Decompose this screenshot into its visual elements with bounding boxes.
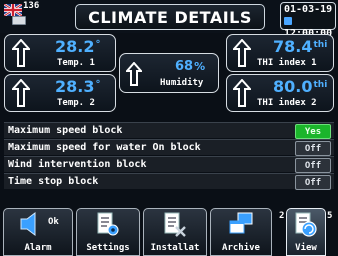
- status-toggle[interactable]: Off: [295, 158, 331, 173]
- humidity-value: 68%: [175, 59, 206, 74]
- block-row-max-speed-water: Maximum speed for water On block Off: [4, 139, 334, 156]
- block-row-time-stop: Time stop block Off: [4, 173, 334, 190]
- block-label: Time stop block: [8, 176, 99, 187]
- arrow-up-icon: [12, 39, 30, 67]
- archive-windows-icon: [229, 212, 253, 234]
- date: 01-03-19: [284, 4, 333, 15]
- temp2-value: 28.3°: [55, 77, 101, 96]
- keyboard-icon[interactable]: [12, 16, 26, 25]
- view-refresh-icon: [295, 212, 317, 237]
- speaker-icon: [20, 212, 36, 236]
- settings-button[interactable]: Settings: [76, 208, 140, 256]
- humidity-label: Humidity: [160, 78, 204, 88]
- block-row-max-speed: Maximum speed block Yes: [4, 122, 334, 139]
- page-title: CLIMATE DETAILS: [75, 4, 265, 30]
- thi1-label: THI index 1: [257, 58, 317, 68]
- temp1-panel: 28.2° Temp. 1: [4, 34, 116, 72]
- block-label: Wind intervention block: [8, 159, 147, 170]
- view-button[interactable]: View: [286, 208, 326, 256]
- alarm-button[interactable]: Ok Alarm: [3, 208, 73, 256]
- page-right-number: 5: [327, 211, 333, 221]
- temp1-value: 28.2°: [55, 37, 101, 56]
- humidity-panel: 68% Humidity: [119, 53, 219, 93]
- view-label: View: [295, 243, 317, 253]
- thi2-panel: 80.0thi THI index 2: [226, 74, 334, 112]
- status-toggle[interactable]: Off: [295, 141, 331, 156]
- temp2-label: Temp. 2: [57, 98, 95, 108]
- settings-label: Settings: [86, 243, 130, 253]
- archive-label: Archive: [222, 243, 260, 253]
- arrow-up-icon: [233, 79, 251, 107]
- installat-button[interactable]: Installat: [143, 208, 207, 256]
- date-time: 01-03-19 12:00:00: [280, 2, 336, 39]
- uk-flag-icon[interactable]: [4, 4, 22, 16]
- arrow-up-icon: [12, 79, 30, 107]
- installat-label: Installat: [150, 243, 200, 253]
- settings-document-icon: [97, 212, 119, 236]
- status-toggle[interactable]: Yes: [295, 124, 331, 139]
- archive-button[interactable]: Archive: [210, 208, 272, 256]
- device-number: 136: [23, 1, 40, 11]
- arrow-up-icon: [126, 62, 142, 86]
- alarm-label: Alarm: [24, 243, 52, 253]
- thi1-panel: 78.4thi THI index 1: [226, 34, 334, 72]
- block-row-wind: Wind intervention block Off: [4, 156, 334, 173]
- clock-icon: [284, 17, 292, 25]
- alarm-status: Ok: [48, 217, 59, 227]
- page-left-number: 2: [279, 211, 285, 221]
- thi2-value: 80.0thi: [273, 77, 328, 96]
- temp1-label: Temp. 1: [57, 58, 95, 68]
- thi2-label: THI index 2: [257, 98, 317, 108]
- temp2-panel: 28.3° Temp. 2: [4, 74, 116, 112]
- block-label: Maximum speed block: [8, 125, 123, 136]
- block-label: Maximum speed for water On block: [8, 142, 201, 153]
- thi1-value: 78.4thi: [273, 37, 328, 56]
- status-toggle[interactable]: Off: [295, 175, 331, 190]
- tools-document-icon: [164, 212, 186, 237]
- arrow-up-icon: [233, 39, 251, 67]
